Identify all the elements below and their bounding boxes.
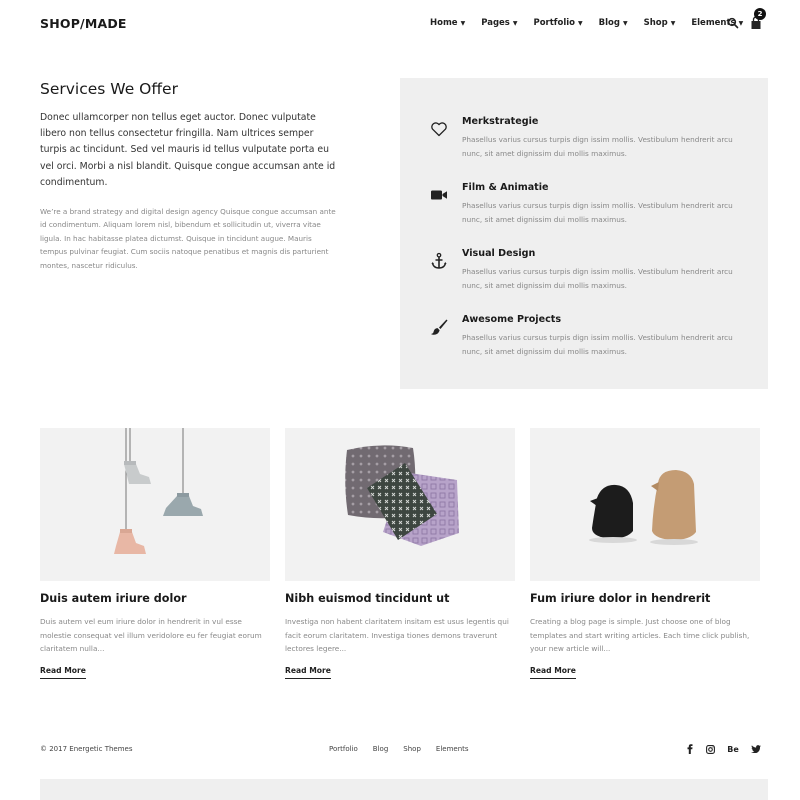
main-nav: Home ▼ Pages ▼ Portfolio ▼ Blog ▼ Shop ▼ Elem… bbox=[430, 18, 759, 28]
card-image-pendant-lamps[interactable] bbox=[40, 428, 270, 581]
intro-body-text: We’re a brand strategy and digital desig… bbox=[40, 207, 336, 270]
service-item: Visual Design Phasellus varius cursus tu… bbox=[400, 248, 768, 308]
caret-down-icon: ▼ bbox=[460, 19, 466, 27]
caret-down-icon: ▼ bbox=[670, 19, 676, 27]
footer-link-blog[interactable]: Blog bbox=[373, 745, 388, 753]
nav-item-label: Blog bbox=[598, 18, 620, 28]
footer-link-shop[interactable]: Shop bbox=[403, 745, 421, 753]
service-description: Phasellus varius cursus turpis dign issi… bbox=[462, 333, 733, 356]
site-logo[interactable]: SHOP/MADE bbox=[40, 16, 127, 31]
site-footer: © 2017 Energetic Themes Portfolio Blog S… bbox=[0, 740, 800, 760]
card-image-cushions[interactable] bbox=[285, 428, 515, 581]
footer-link-elements[interactable]: Elements bbox=[436, 745, 469, 753]
service-title: Merkstrategie bbox=[462, 116, 539, 127]
blog-card: Duis autem iriure dolor Duis autem vel e… bbox=[40, 428, 270, 679]
intro-section: Services We Offer Donec ullamcorper non … bbox=[40, 80, 340, 272]
bottom-bar bbox=[40, 779, 768, 800]
nav-item-label: Shop bbox=[643, 18, 668, 28]
service-description: Phasellus varius cursus turpis dign issi… bbox=[462, 135, 733, 158]
behance-icon[interactable]: Be bbox=[727, 743, 739, 755]
read-more-link[interactable]: Read More bbox=[530, 666, 576, 679]
service-item: Merkstrategie Phasellus varius cursus tu… bbox=[400, 116, 768, 176]
service-title: Awesome Projects bbox=[462, 314, 562, 325]
site-header: SHOP/MADE Home ▼ Pages ▼ Portfolio ▼ Blog ▼ … bbox=[0, 0, 800, 48]
cushions-illustration bbox=[345, 445, 459, 546]
section-title: Services We Offer bbox=[40, 80, 178, 98]
nav-item-shop[interactable]: Shop ▼ bbox=[644, 18, 676, 28]
card-excerpt: Investiga non habent claritatem insitam … bbox=[285, 617, 509, 654]
pendant-lamps-illustration bbox=[114, 428, 203, 554]
blog-card: Fum iriure dolor in hendrerit Creating a… bbox=[530, 428, 760, 679]
footer-link-portfolio[interactable]: Portfolio bbox=[329, 745, 358, 753]
service-description: Phasellus varius cursus turpis dign issi… bbox=[462, 267, 733, 290]
footer-nav: Portfolio Blog Shop Elements bbox=[329, 745, 484, 753]
blog-card: Nibh euismod tincidunt ut Investiga non … bbox=[285, 428, 515, 679]
read-more-link[interactable]: Read More bbox=[40, 666, 86, 679]
copyright-text: © 2017 Energetic Themes bbox=[40, 745, 133, 753]
service-item: Film & Animatie Phasellus varius cursus … bbox=[400, 182, 768, 242]
cart-count-badge: 2 bbox=[754, 8, 766, 20]
nav-item-label: Portfolio bbox=[533, 18, 576, 28]
paintbrush-icon bbox=[431, 319, 448, 335]
card-title[interactable]: Duis autem iriure dolor bbox=[40, 592, 270, 605]
nav-item-home[interactable]: Home ▼ bbox=[430, 18, 465, 28]
intro-lead-text: Donec ullamcorper non tellus eget auctor… bbox=[40, 112, 336, 188]
heart-icon bbox=[431, 122, 447, 137]
caret-down-icon: ▼ bbox=[622, 19, 628, 27]
read-more-link[interactable]: Read More bbox=[285, 666, 331, 679]
nav-item-pages[interactable]: Pages ▼ bbox=[481, 18, 517, 28]
service-item: Awesome Projects Phasellus varius cursus… bbox=[400, 314, 768, 374]
services-panel: Merkstrategie Phasellus varius cursus tu… bbox=[400, 78, 768, 389]
facebook-icon[interactable] bbox=[684, 743, 696, 755]
search-icon[interactable] bbox=[727, 17, 739, 29]
card-image-wooden-birds[interactable] bbox=[530, 428, 760, 581]
service-description: Phasellus varius cursus turpis dign issi… bbox=[462, 201, 733, 224]
nav-item-label: Pages bbox=[481, 18, 510, 28]
caret-down-icon: ▼ bbox=[578, 19, 583, 27]
anchor-icon bbox=[431, 252, 447, 269]
card-excerpt: Creating a blog page is simple. Just cho… bbox=[530, 617, 750, 654]
nav-item-blog[interactable]: Blog ▼ bbox=[599, 18, 628, 28]
service-title: Visual Design bbox=[462, 248, 536, 259]
card-title[interactable]: Fum iriure dolor in hendrerit bbox=[530, 592, 760, 605]
instagram-icon[interactable] bbox=[704, 743, 716, 755]
nav-item-portfolio[interactable]: Portfolio ▼ bbox=[533, 18, 582, 28]
card-title[interactable]: Nibh euismod tincidunt ut bbox=[285, 592, 515, 605]
card-excerpt: Duis autem vel eum iriure dolor in hendr… bbox=[40, 617, 262, 654]
wooden-birds-illustration bbox=[589, 470, 698, 545]
service-title: Film & Animatie bbox=[462, 182, 549, 193]
twitter-icon[interactable] bbox=[750, 743, 762, 755]
video-camera-icon bbox=[431, 190, 447, 200]
caret-down-icon: ▼ bbox=[738, 19, 744, 27]
caret-down-icon: ▼ bbox=[512, 19, 518, 27]
nav-item-label: Home bbox=[430, 18, 458, 28]
